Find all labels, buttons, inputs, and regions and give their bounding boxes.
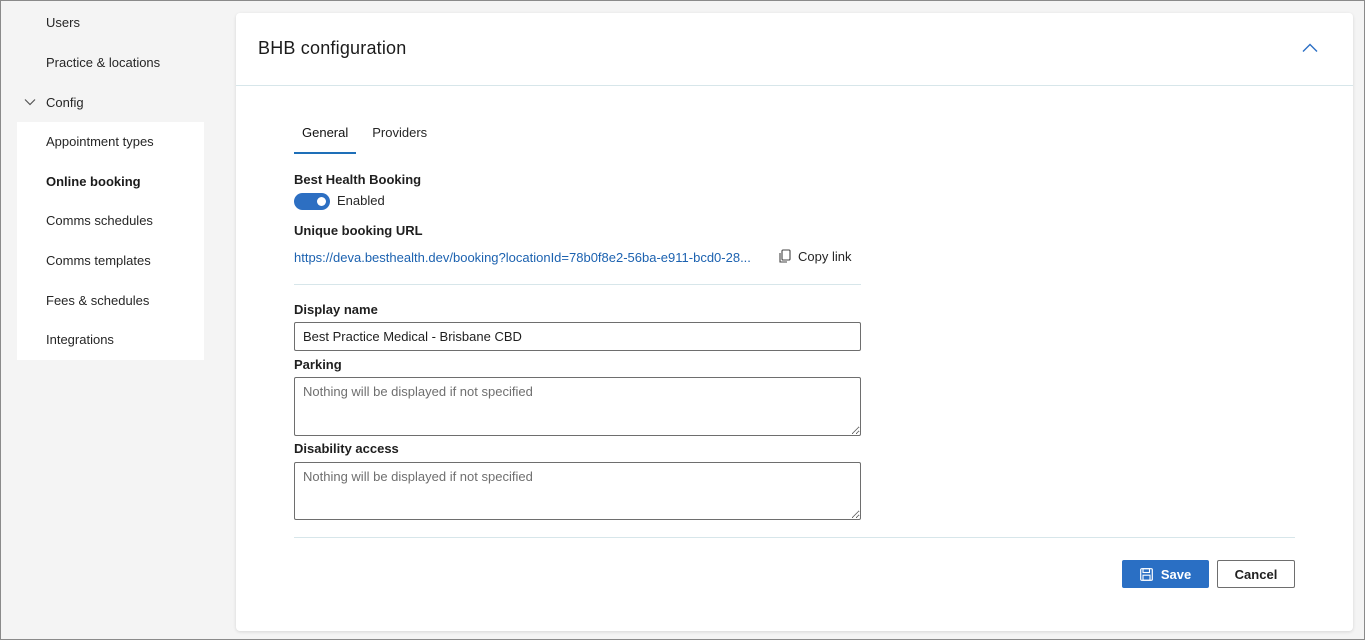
save-button[interactable]: Save — [1122, 560, 1209, 588]
section-divider — [294, 284, 861, 285]
display-name-label: Display name — [294, 302, 378, 317]
display-name-input[interactable] — [294, 322, 861, 351]
parking-textarea[interactable] — [294, 377, 861, 436]
sidebar-config-submenu: Appointment types Online booking Comms s… — [17, 122, 204, 360]
sidebar-item-users[interactable]: Users — [17, 3, 204, 43]
sidebar-item-label: Comms templates — [46, 253, 151, 269]
disability-access-label: Disability access — [294, 441, 399, 456]
copy-link-button[interactable]: Copy link — [778, 249, 851, 264]
sidebar-item-practice-locations[interactable]: Practice & locations — [17, 43, 204, 83]
sidebar-item-label: Practice & locations — [46, 54, 161, 70]
booking-enabled-toggle[interactable] — [294, 193, 330, 210]
disability-access-textarea[interactable] — [294, 462, 861, 520]
tab-general[interactable]: General — [294, 121, 357, 154]
sidebar-item-integrations[interactable]: Integrations — [17, 320, 204, 360]
sidebar-group-label: Config — [46, 94, 84, 110]
tab-providers[interactable]: Providers — [364, 121, 435, 154]
parking-label: Parking — [294, 357, 342, 372]
sidebar-item-label: Integrations — [46, 332, 114, 348]
copy-link-label: Copy link — [798, 249, 852, 264]
floppy-disk-icon — [1139, 567, 1153, 581]
toggle-state-label: Enabled — [337, 193, 385, 208]
sidebar-item-fees-schedules[interactable]: Fees & schedules — [17, 280, 204, 320]
sidebar-item-label: Users — [46, 15, 80, 31]
booking-url-link[interactable]: https://deva.besthealth.dev/booking?loca… — [294, 250, 751, 265]
chevron-down-icon — [24, 99, 36, 106]
sidebar-item-label: Appointment types — [46, 134, 154, 150]
cancel-button[interactable]: Cancel — [1217, 560, 1295, 588]
tab-bar: General Providers — [294, 121, 443, 154]
toggle-knob — [317, 197, 326, 206]
sidebar-item-label: Fees & schedules — [46, 292, 150, 308]
chevron-up-icon[interactable] — [1301, 41, 1319, 55]
sidebar-item-comms-templates[interactable]: Comms templates — [17, 241, 204, 281]
copy-icon — [779, 249, 791, 263]
save-button-label: Save — [1160, 566, 1192, 582]
sidebar-item-label: Online booking — [46, 173, 141, 189]
sidebar-item-label: Comms schedules — [46, 213, 153, 229]
card-title: BHB configuration — [258, 38, 407, 58]
footer-divider — [294, 537, 1295, 538]
sidebar-item-appointment-types[interactable]: Appointment types — [17, 122, 204, 162]
sidebar-item-comms-schedules[interactable]: Comms schedules — [17, 201, 204, 241]
sidebar-item-online-booking[interactable]: Online booking — [17, 162, 204, 202]
best-health-booking-label: Best Health Booking — [294, 172, 422, 187]
booking-url-label: Unique booking URL — [294, 223, 423, 238]
bhb-config-card: BHB configuration General Providers Best… — [236, 13, 1353, 631]
card-header: BHB configuration — [236, 13, 1353, 86]
app-frame: Users Practice & locations Config Appoin… — [0, 0, 1365, 640]
sidebar-group-config[interactable]: Config — [17, 82, 204, 122]
